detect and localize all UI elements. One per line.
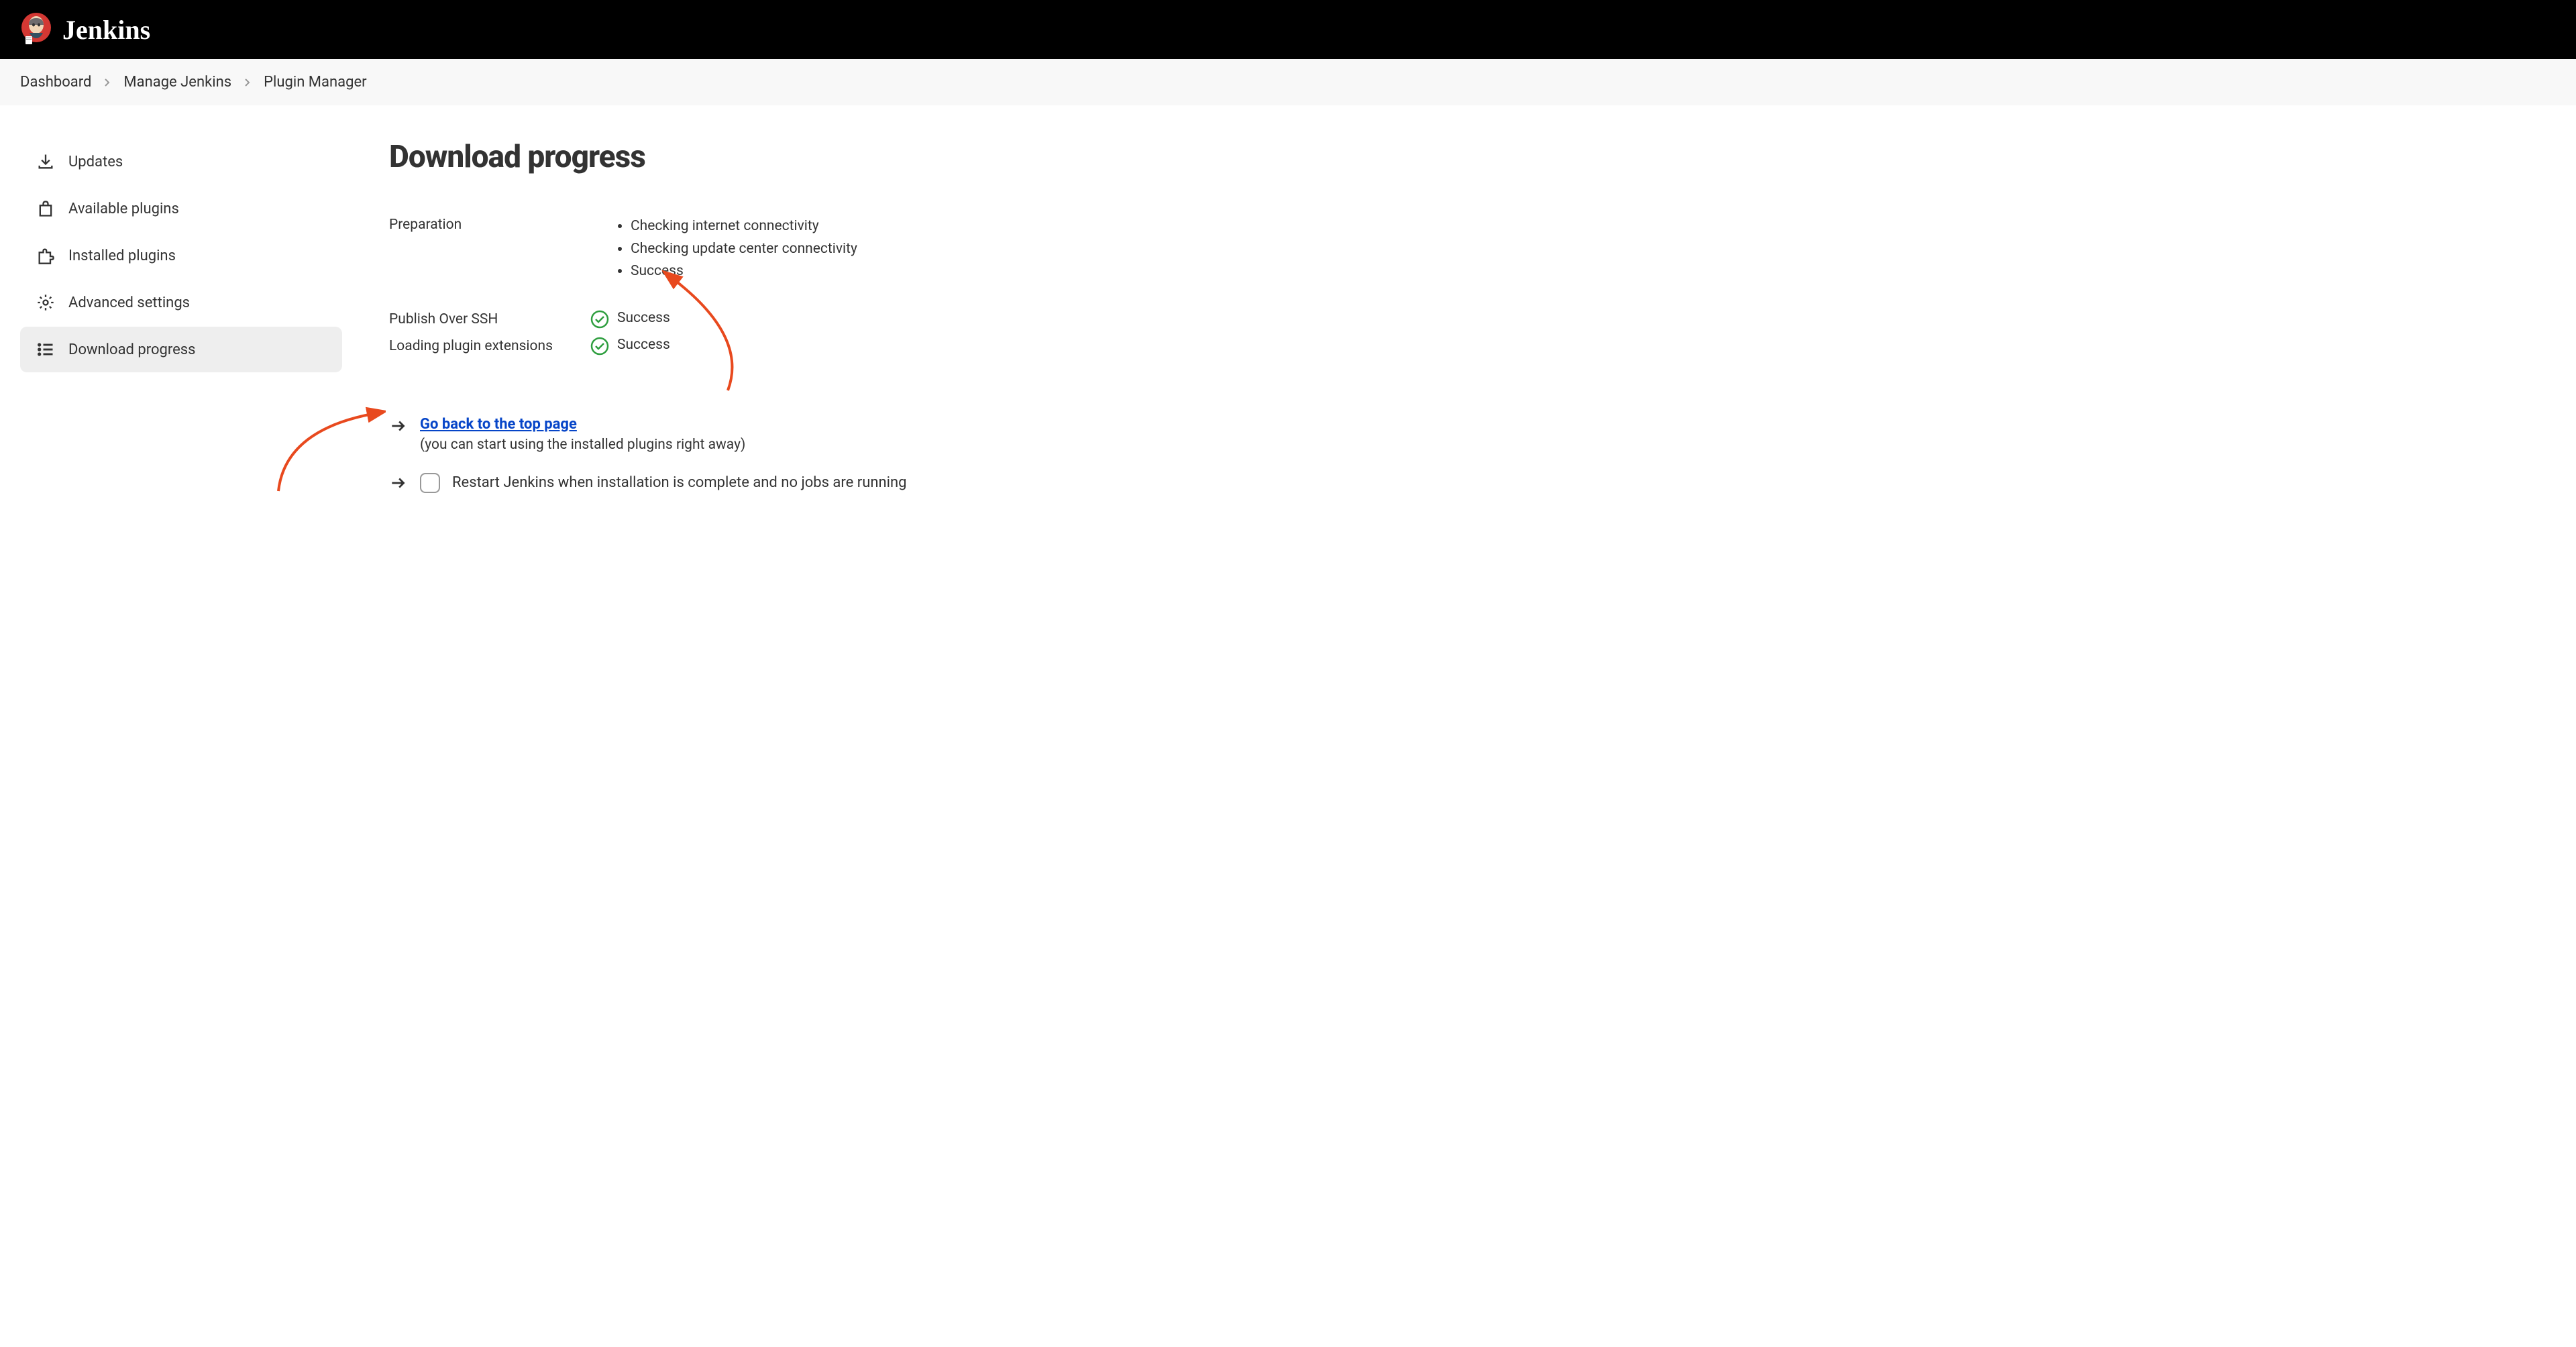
- sidebar-item-installed-plugins[interactable]: Installed plugins: [20, 233, 342, 278]
- shopping-bag-icon: [36, 199, 55, 218]
- task-status: Success: [617, 310, 670, 326]
- sidebar-item-label: Updates: [68, 154, 123, 170]
- breadcrumb-dashboard[interactable]: Dashboard: [20, 74, 91, 91]
- action-restart: Restart Jenkins when installation is com…: [389, 473, 2576, 493]
- list-icon: [36, 340, 55, 359]
- main-content: Download progress Preparation Checking i…: [356, 139, 2576, 513]
- download-icon: [36, 152, 55, 171]
- app-header: Jenkins: [0, 0, 2576, 59]
- puzzle-icon: [36, 246, 55, 265]
- task-label: Loading plugin extensions: [389, 337, 590, 354]
- jenkins-icon: [20, 13, 52, 46]
- go-back-link[interactable]: Go back to the top page: [420, 416, 577, 433]
- progress-row-task: Publish Over SSH Success: [389, 310, 2576, 329]
- annotation-arrow: [647, 270, 761, 397]
- breadcrumb-plugin-manager[interactable]: Plugin Manager: [264, 74, 366, 91]
- restart-label: Restart Jenkins when installation is com…: [452, 474, 907, 491]
- sidebar-item-advanced-settings[interactable]: Advanced settings: [20, 280, 342, 325]
- chevron-right-icon: [103, 78, 111, 87]
- action-go-back: Go back to the top page (you can start u…: [389, 416, 2576, 453]
- arrow-right-icon: [389, 417, 407, 435]
- sidebar-item-label: Available plugins: [68, 201, 179, 217]
- go-back-subtext: (you can start using the installed plugi…: [420, 437, 745, 453]
- task-status: Success: [617, 337, 670, 353]
- breadcrumbs: Dashboard Manage Jenkins Plugin Manager: [0, 59, 2576, 105]
- breadcrumb-manage-jenkins[interactable]: Manage Jenkins: [123, 74, 231, 91]
- preparation-steps: Checking internet connectivity Checking …: [590, 215, 857, 283]
- success-check-icon: [590, 310, 609, 329]
- sidebar-item-label: Download progress: [68, 341, 196, 358]
- sidebar-item-updates[interactable]: Updates: [20, 139, 342, 184]
- sidebar-item-download-progress[interactable]: Download progress: [20, 327, 342, 372]
- sidebar-item-label: Installed plugins: [68, 248, 176, 264]
- preparation-step: Checking internet connectivity: [631, 215, 857, 238]
- restart-checkbox[interactable]: [420, 473, 440, 493]
- arrow-right-icon: [389, 474, 407, 492]
- success-check-icon: [590, 337, 609, 356]
- preparation-step: Checking update center connectivity: [631, 238, 857, 261]
- preparation-step: Success: [631, 260, 857, 283]
- preparation-label: Preparation: [389, 215, 590, 233]
- gear-icon: [36, 293, 55, 312]
- progress-row-task: Loading plugin extensions Success: [389, 337, 2576, 356]
- chevron-right-icon: [244, 78, 252, 87]
- sidebar: Updates Available plugins Installed plug…: [0, 139, 356, 513]
- sidebar-item-label: Advanced settings: [68, 294, 190, 311]
- sidebar-item-available-plugins[interactable]: Available plugins: [20, 186, 342, 231]
- progress-row-preparation: Preparation Checking internet connectivi…: [389, 215, 2576, 283]
- page-title: Download progress: [389, 139, 2576, 175]
- jenkins-logo[interactable]: Jenkins: [20, 13, 150, 46]
- app-name: Jenkins: [62, 14, 150, 46]
- task-label: Publish Over SSH: [389, 310, 590, 327]
